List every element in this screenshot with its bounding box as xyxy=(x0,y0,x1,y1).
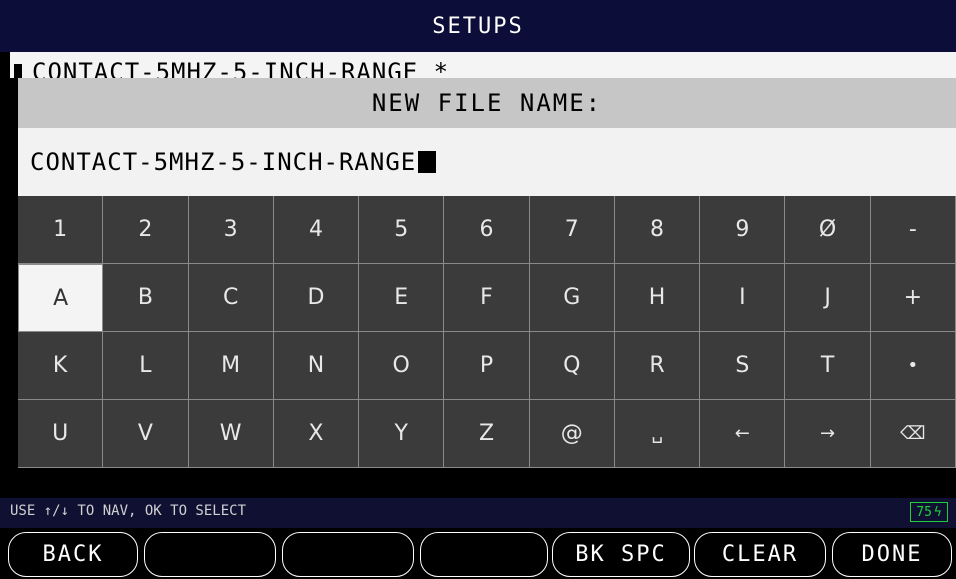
navigation-hint: USE ↑/↓ TO NAV, OK TO SELECT xyxy=(10,503,247,519)
battery-level: 75 xyxy=(916,504,932,520)
key-2[interactable]: 2 xyxy=(103,196,189,264)
key-g[interactable]: G xyxy=(529,264,615,332)
key-d[interactable]: D xyxy=(273,264,360,332)
done-button[interactable]: DONE xyxy=(832,532,952,577)
key-x[interactable]: X xyxy=(273,400,360,468)
row-marker xyxy=(14,64,22,78)
key-3[interactable]: 3 xyxy=(188,196,274,264)
key-u[interactable]: U xyxy=(18,400,104,468)
softkey-bar: BACK BK SPC CLEAR DONE xyxy=(0,532,956,579)
on-screen-keyboard: 1 2 3 4 5 6 7 8 9 Ø - A B C D E F G H I J + K L M N O P Q R S T • U V W X Y Z @… xyxy=(18,196,956,468)
backspace-icon-key[interactable]: ⌫ xyxy=(870,400,956,468)
key-6[interactable]: 6 xyxy=(444,196,530,264)
softkey-3[interactable] xyxy=(282,532,414,577)
key-l[interactable]: L xyxy=(103,332,189,400)
key-9[interactable]: 9 xyxy=(700,196,786,264)
file-name-input[interactable]: CONTACT-5MHZ-5-INCH-RANGE xyxy=(18,128,956,196)
key-r[interactable]: R xyxy=(614,332,701,400)
text-cursor xyxy=(418,151,437,173)
key-j[interactable]: J xyxy=(785,264,871,332)
space-key[interactable]: ␣ xyxy=(614,400,701,468)
key-f[interactable]: F xyxy=(444,264,530,332)
key-n[interactable]: N xyxy=(273,332,360,400)
key-0[interactable]: Ø xyxy=(785,196,871,264)
back-button[interactable]: BACK xyxy=(8,532,138,577)
key-q[interactable]: Q xyxy=(529,332,615,400)
key-o[interactable]: O xyxy=(359,332,445,400)
key-m[interactable]: M xyxy=(188,332,274,400)
key-dash[interactable]: - xyxy=(870,196,956,264)
key-b[interactable]: B xyxy=(103,264,189,332)
file-name-value: CONTACT-5MHZ-5-INCH-RANGE xyxy=(30,148,417,176)
key-v[interactable]: V xyxy=(103,400,189,468)
key-p[interactable]: P xyxy=(444,332,530,400)
title-bar: SETUPS xyxy=(0,0,956,52)
key-s[interactable]: S xyxy=(700,332,786,400)
key-7[interactable]: 7 xyxy=(529,196,615,264)
softkey-2[interactable] xyxy=(144,532,276,577)
key-c[interactable]: C xyxy=(188,264,274,332)
key-t[interactable]: T xyxy=(785,332,871,400)
page-title: SETUPS xyxy=(432,13,524,39)
battery-indicator: 75 ϟ xyxy=(910,502,948,522)
background-list-item: CONTACT-5MHZ-5-INCH-RANGE * xyxy=(32,58,450,78)
key-1[interactable]: 1 xyxy=(18,196,104,264)
key-k[interactable]: K xyxy=(18,332,104,400)
right-arrow-key[interactable]: → xyxy=(785,400,871,468)
key-y[interactable]: Y xyxy=(359,400,445,468)
key-w[interactable]: W xyxy=(188,400,274,468)
clear-button[interactable]: CLEAR xyxy=(694,532,826,577)
background-list-row: CONTACT-5MHZ-5-INCH-RANGE * xyxy=(10,52,956,78)
key-a[interactable]: A xyxy=(18,264,104,332)
key-plus[interactable]: + xyxy=(870,264,956,332)
softkey-4[interactable] xyxy=(420,532,548,577)
dialog-title: NEW FILE NAME: xyxy=(18,78,956,128)
status-bar: USE ↑/↓ TO NAV, OK TO SELECT 75 ϟ xyxy=(0,498,956,528)
backspace-button[interactable]: BK SPC xyxy=(552,532,690,577)
key-e[interactable]: E xyxy=(359,264,445,332)
left-arrow-key[interactable]: ← xyxy=(700,400,786,468)
key-h[interactable]: H xyxy=(614,264,701,332)
key-8[interactable]: 8 xyxy=(614,196,701,264)
key-4[interactable]: 4 xyxy=(273,196,360,264)
key-i[interactable]: I xyxy=(700,264,786,332)
key-5[interactable]: 5 xyxy=(359,196,445,264)
key-z[interactable]: Z xyxy=(444,400,530,468)
charging-icon: ϟ xyxy=(933,504,942,520)
key-at[interactable]: @ xyxy=(529,400,615,468)
key-period[interactable]: • xyxy=(870,332,956,400)
